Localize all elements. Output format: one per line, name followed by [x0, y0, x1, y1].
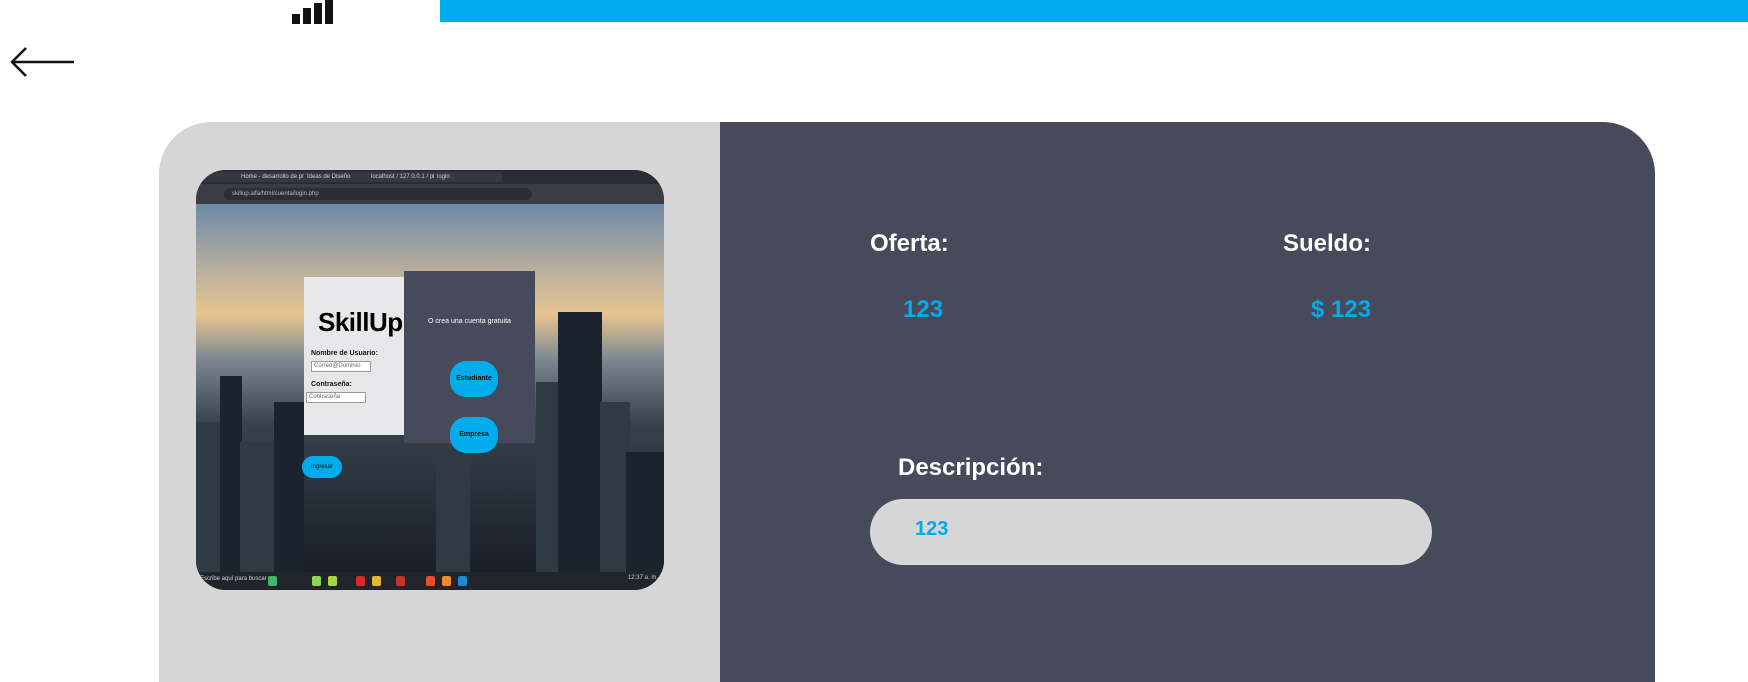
app-icon	[312, 576, 321, 586]
offer-image: Home - desarrollo de proy... Ideas de Di…	[196, 170, 664, 590]
app-icon	[458, 576, 467, 586]
app-icon	[356, 576, 365, 586]
app-icon	[328, 576, 337, 586]
login-panel: SkillUp Nombre de Usuario: Correo@Domini…	[304, 277, 404, 435]
offer-image-panel: Home - desarrollo de proy... Ideas de Di…	[159, 122, 720, 682]
header-accent-bar	[440, 0, 1748, 22]
browser-tab: localhost / 127.0.0.1 / php...	[368, 172, 436, 182]
browser-tab-strip: Home - desarrollo de proy... Ideas de Di…	[196, 170, 664, 184]
taskbar-clock: 12:37 a. m.	[627, 575, 658, 581]
windows-taskbar: Escribe aquí para buscar 12:37 a. m.	[196, 572, 664, 590]
description-box: 123	[870, 499, 1432, 565]
app-icon	[372, 576, 381, 586]
signup-panel: O crea una cuenta gratuita Estudiante Em…	[404, 271, 535, 453]
offer-value: 123	[903, 296, 944, 323]
user-label: Nombre de Usuario:	[311, 350, 378, 357]
description-label: Descripción:	[898, 454, 1044, 481]
app-icon	[442, 576, 451, 586]
student-button: Estudiante	[450, 361, 498, 397]
password-label: Contraseña:	[311, 381, 352, 388]
browser-url: skillup.alfa/html/cuenta/login.php	[224, 188, 532, 200]
salary-value: $ 123	[1311, 296, 1372, 323]
brand-title: SkillUp	[318, 307, 403, 337]
browser-tab: Ideas de Diseño	[304, 172, 370, 182]
salary-label: Sueldo:	[1283, 230, 1371, 257]
browser-tab	[198, 172, 240, 182]
app-icon	[268, 576, 277, 586]
browser-tab: login	[434, 172, 502, 182]
taskbar-search: Escribe aquí para buscar	[200, 576, 267, 582]
browser-tab: Home - desarrollo de proy...	[238, 172, 306, 182]
signup-text: O crea una cuenta gratuita	[428, 318, 511, 325]
password-input: Contraseña	[306, 392, 366, 403]
login-button: Ingresar	[302, 456, 342, 478]
offer-details-panel: Oferta: 123 Sueldo: $ 123 Descripción: 1…	[720, 122, 1655, 682]
app-icon	[396, 576, 405, 586]
description-value: 123	[915, 518, 949, 540]
signal-bars-icon	[292, 0, 333, 24]
app-icon	[426, 576, 435, 586]
user-input: Correo@Dominio	[311, 361, 371, 372]
offer-label: Oferta:	[870, 230, 949, 257]
offer-card: Home - desarrollo de proy... Ideas de Di…	[159, 122, 1655, 682]
arrow-left-icon[interactable]	[8, 42, 76, 82]
company-button: Empresa	[450, 417, 498, 453]
